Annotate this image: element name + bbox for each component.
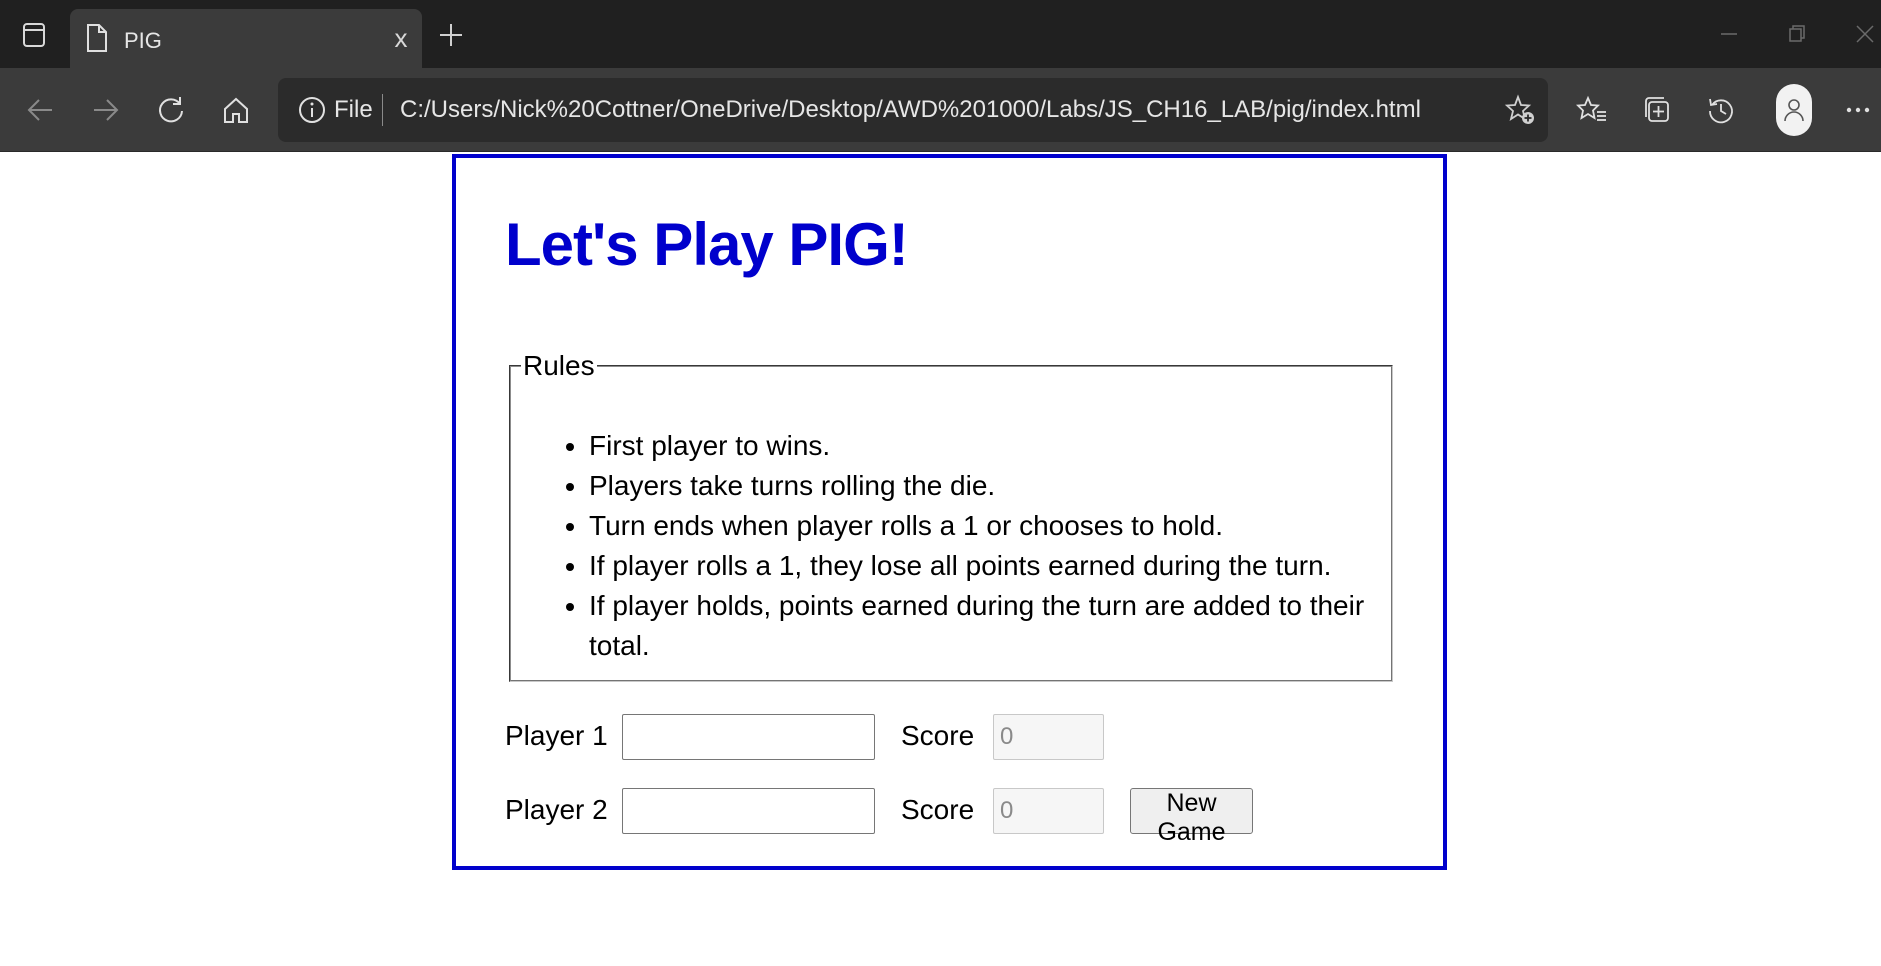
tab-close-button[interactable]: x [386,23,416,53]
minimize-button[interactable] [1709,16,1749,52]
close-icon [1856,25,1874,43]
player-1-score-label: Score [901,720,975,751]
rule-item: Turn ends when player rolls a 1 or choos… [589,506,1391,546]
player-1-name-input[interactable] [622,714,875,760]
player-2-name-input[interactable] [622,788,875,834]
rule-item: First player to wins. [589,426,1391,466]
more-icon [1846,107,1870,113]
plus-icon [440,24,462,46]
collections-button[interactable] [1635,88,1679,132]
page-title: Let's Play PIG! [505,211,909,278]
home-button[interactable] [214,88,258,132]
player-1-label: Player 1 [505,720,608,751]
refresh-button[interactable] [149,88,193,132]
rule-item: If player rolls a 1, they lose all point… [589,546,1391,586]
forward-button[interactable] [84,88,128,132]
rules-fieldset: Rules First player to wins. Players take… [509,350,1393,682]
rule-item: If player holds, points earned during th… [589,586,1391,666]
history-icon [1709,98,1733,124]
address-url[interactable]: C:/Users/Nick%20Cottner/OneDrive/Desktop… [400,96,1421,124]
page-viewport: Let's Play PIG! Rules First player to wi… [0,153,1881,966]
rule-item: Players take turns rolling the die. [589,466,1391,506]
refresh-icon [159,97,183,123]
new-game-button[interactable]: New Game [1130,788,1253,846]
player-2-score-label: Score [901,794,975,825]
home-icon [224,97,248,123]
new-tab-button[interactable] [432,16,470,54]
player-1-row: Player 1 Score [505,714,1405,760]
rules-legend: Rules [523,350,595,381]
profile-icon [1776,84,1812,136]
forward-arrow-icon [94,99,119,121]
page-icon [86,23,108,58]
info-icon[interactable] [298,96,326,129]
browser-tab[interactable]: PIG x [70,9,422,68]
minimize-icon [1721,33,1737,35]
restore-button[interactable] [1777,16,1817,52]
tab-title: PIG [124,28,162,53]
browser-tab-bar: PIG x [0,0,1881,68]
back-arrow-icon [27,99,52,121]
favorites-button[interactable] [1570,88,1614,132]
address-bar[interactable]: File C:/Users/Nick%20Cottner/OneDrive/De… [278,78,1548,142]
player-1-score-field [993,714,1104,760]
player-2-row: Player 2 Score New Game [505,788,1405,846]
favorites-icon [1576,95,1606,121]
star-plus-icon[interactable] [1504,94,1536,131]
back-button[interactable] [18,88,62,132]
address-scheme: File [334,96,373,123]
rules-list: First player to wins. Players take turns… [511,426,1391,666]
address-separator [382,94,383,126]
tab-actions-icon[interactable] [14,18,54,52]
browser-toolbar: File C:/Users/Nick%20Cottner/OneDrive/De… [0,68,1881,152]
close-window-button[interactable] [1845,16,1881,52]
history-button[interactable] [1699,88,1743,132]
more-button[interactable] [1836,88,1880,132]
restore-icon [1789,25,1805,42]
player-2-label: Player 2 [505,794,608,825]
game-container: Let's Play PIG! Rules First player to wi… [452,154,1447,870]
player-2-score-field [993,788,1104,834]
collections-icon [1645,97,1669,122]
profile-button[interactable] [1768,84,1820,136]
